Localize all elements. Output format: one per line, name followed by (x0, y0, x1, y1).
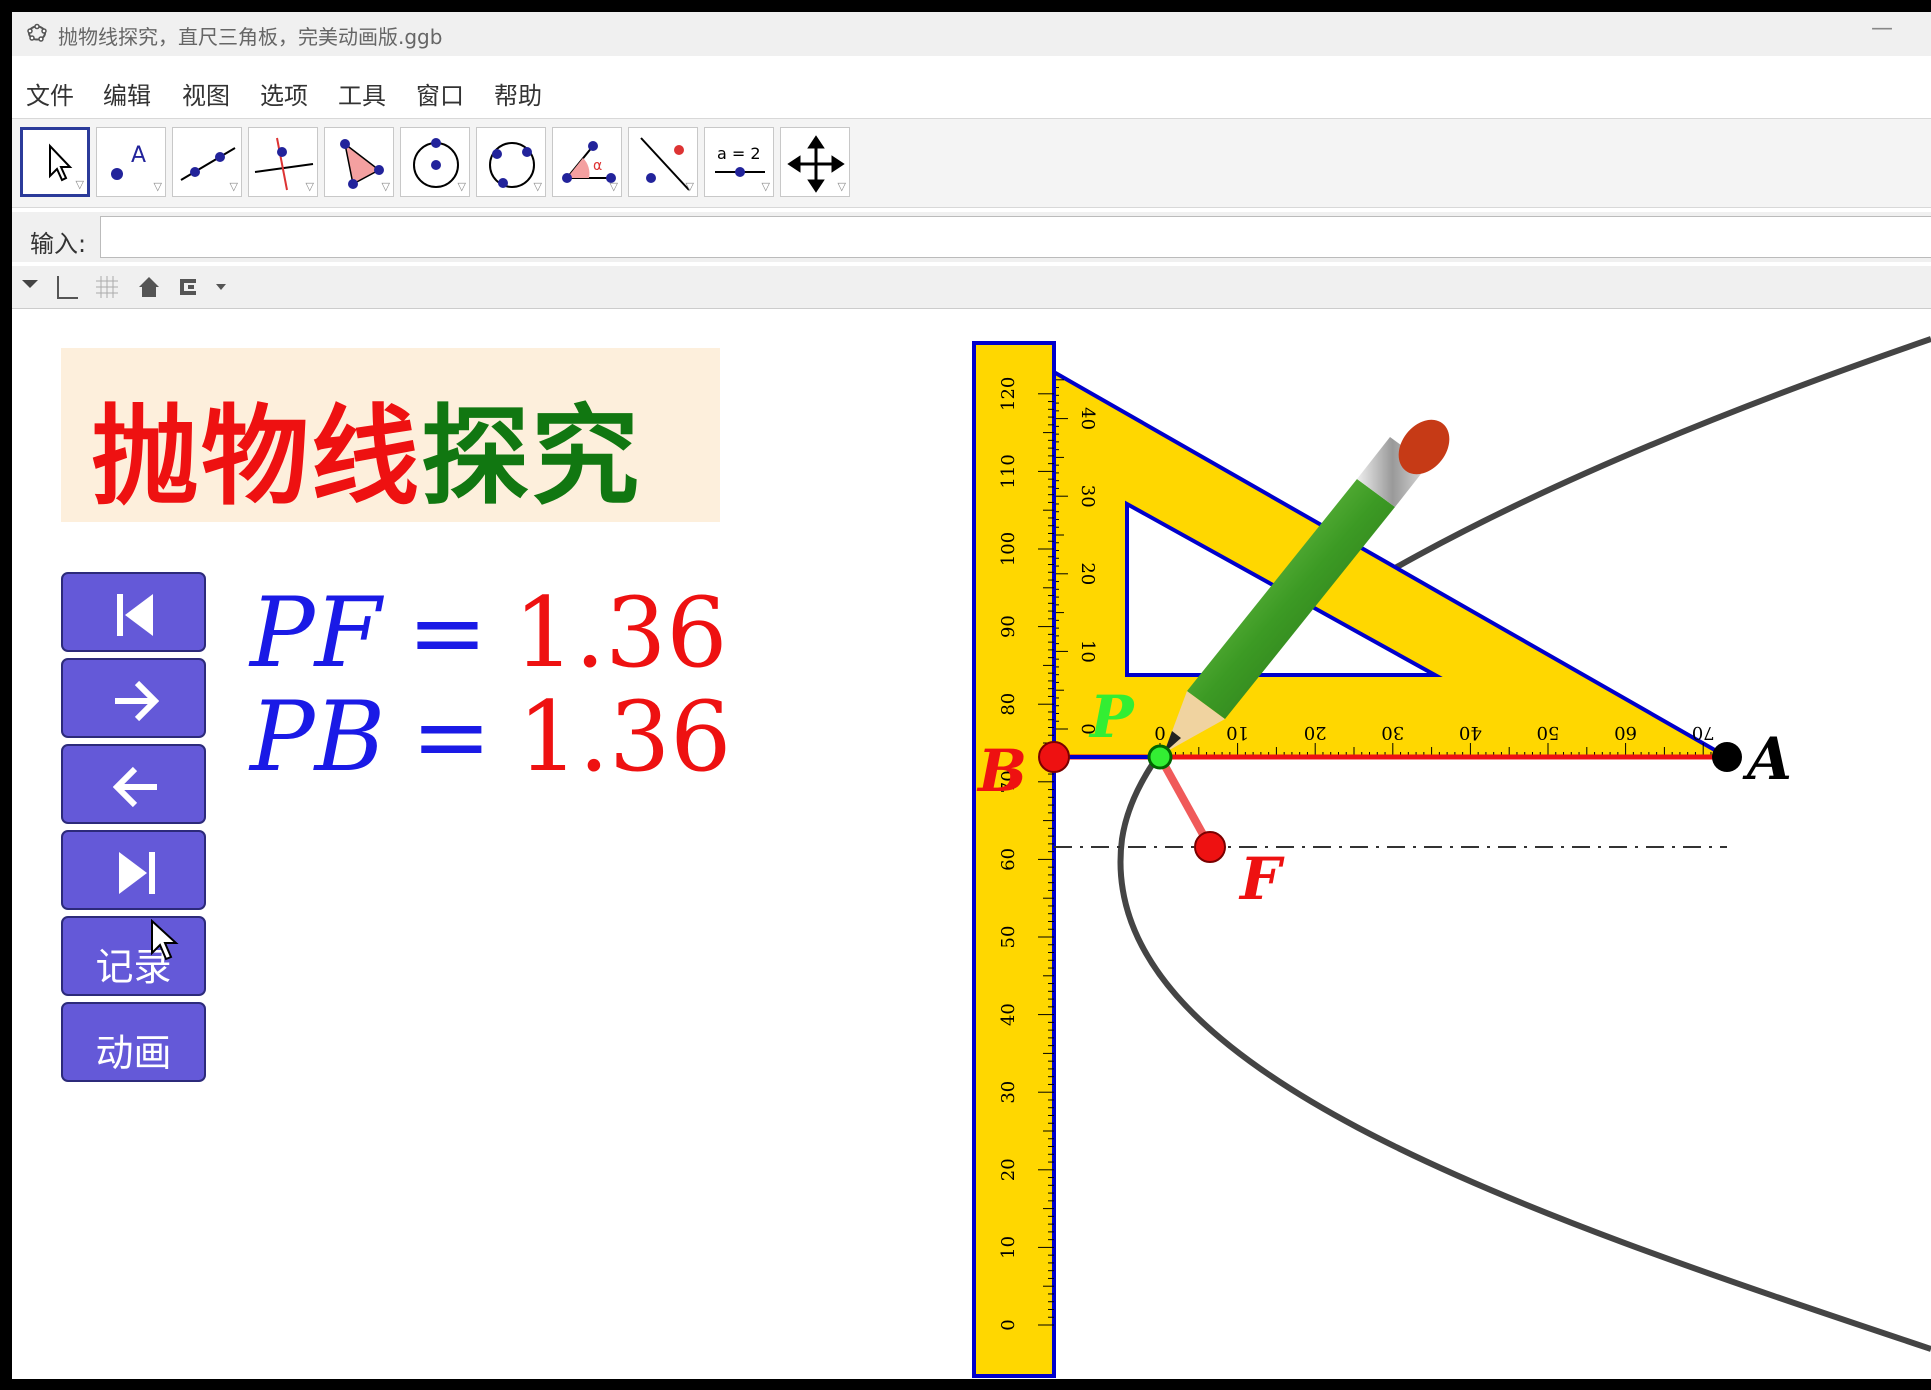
polygon-tool-button[interactable]: ▽ (324, 127, 394, 197)
style-bar (12, 266, 1931, 309)
ruler-tick-label: 0 (998, 1319, 1019, 1330)
dropdown-triangle-icon: ▽ (305, 180, 314, 193)
svg-text:A: A (131, 143, 146, 168)
ruler-tick-label: 100 (998, 532, 1019, 566)
grid-icon[interactable] (94, 274, 120, 300)
set-square-tick-label: 10 (1226, 722, 1249, 743)
geogebra-app-icon (27, 23, 47, 42)
dropdown-triangle-icon: ▽ (609, 180, 618, 193)
angle-tool-button[interactable]: α ▽ (552, 127, 622, 197)
home-icon[interactable] (136, 274, 162, 300)
circle-tool-button[interactable]: ▽ (400, 127, 470, 197)
set-square-tick-label: 40 (1459, 722, 1482, 743)
move-view-tool-button[interactable]: ▽ (780, 127, 850, 197)
menu-edit[interactable]: 编辑 (103, 76, 151, 111)
input-label: 输入: (30, 230, 87, 258)
point-capture-icon[interactable] (174, 274, 234, 300)
dropdown-triangle-icon: ▽ (75, 178, 84, 191)
dropdown-triangle-icon: ▽ (381, 180, 390, 193)
move-tool-button[interactable]: ▽ (20, 127, 90, 197)
menu-help[interactable]: 帮助 (494, 76, 542, 111)
graphics-view[interactable]: 抛物线探究 记录 动画 PF = 1.36 PB = 1.36 0 10 20 … (12, 309, 1931, 1379)
dropdown-triangle-icon: ▽ (229, 180, 238, 193)
set-square-tick-label: 30 (1077, 485, 1098, 508)
reflect-tool-button[interactable]: ▽ (628, 127, 698, 197)
set-square-tick-label: 30 (1381, 722, 1404, 743)
dropdown-triangle-icon: ▽ (533, 180, 542, 193)
minimize-button[interactable]: — (1871, 16, 1893, 41)
point-a[interactable] (1712, 742, 1742, 772)
menu-file[interactable]: 文件 (26, 76, 74, 111)
line-tool-button[interactable]: ▽ (172, 127, 242, 197)
dropdown-triangle-icon: ▽ (457, 180, 466, 193)
set-square-tick-label: 60 (1614, 722, 1637, 743)
ruler-tick-label: 40 (998, 1003, 1019, 1026)
conic-tool-button[interactable]: ▽ (476, 127, 546, 197)
ruler-tick-label: 80 (998, 693, 1019, 716)
perpendicular-tool-button[interactable]: ▽ (248, 127, 318, 197)
dropdown-triangle-icon: ▽ (153, 180, 162, 193)
toggle-stylebar-icon[interactable] (20, 274, 40, 294)
point-f[interactable] (1194, 831, 1226, 863)
window-title: 抛物线探究，直尺三角板，完美动画版.ggb (58, 25, 443, 49)
dropdown-triangle-icon: ▽ (685, 180, 694, 193)
point-p[interactable] (1147, 744, 1173, 770)
set-square-tick-label: 20 (1077, 562, 1098, 585)
menu-bar: 文件 编辑 视图 选项 工具 窗口 帮助 (12, 64, 1931, 110)
slider-tool-button[interactable]: a = 2 ▽ (704, 127, 774, 197)
mouse-pointer-icon (151, 919, 179, 961)
menu-tools[interactable]: 工具 (338, 76, 386, 111)
title-bar: 抛物线探究，直尺三角板，完美动画版.ggb — (12, 12, 1931, 56)
dropdown-triangle-icon: ▽ (761, 180, 770, 193)
set-square-tick-label: 50 (1537, 722, 1560, 743)
set-square-tick-label: 20 (1304, 722, 1327, 743)
app-window: 抛物线探究，直尺三角板，完美动画版.ggb — 文件 编辑 视图 选项 工具 窗… (12, 12, 1931, 1379)
ruler-tick-label: 110 (998, 454, 1019, 488)
label-f: F (1238, 845, 1285, 913)
command-input[interactable] (100, 216, 1931, 258)
ruler-tick-label: 30 (998, 1081, 1019, 1104)
menu-view[interactable]: 视图 (182, 76, 230, 111)
menu-window[interactable]: 窗口 (416, 76, 464, 111)
ruler-tick-label: 60 (998, 848, 1019, 871)
svg-text:α: α (593, 158, 602, 174)
ruler-tick-label: 10 (998, 1236, 1019, 1259)
point-tool-button[interactable]: A ▽ (96, 127, 166, 197)
input-bar: 输入: (12, 212, 1931, 262)
toolbar: ▽ A ▽ ▽ ▽ ▽ ▽ ▽ α ▽ ▽ a = 2 ▽ ▽ (12, 118, 1931, 208)
dropdown-triangle-icon: ▽ (837, 180, 846, 193)
ruler-tick-label: 90 (998, 615, 1019, 638)
set-square-tick-label: 40 (1077, 407, 1098, 430)
ruler-tick-label: 120 (998, 377, 1019, 411)
ruler-tick-label: 20 (998, 1158, 1019, 1181)
ruler-tick-label: 50 (998, 926, 1019, 949)
set-square-tick-label: 70 (1692, 722, 1715, 743)
set-square-tick-label: 10 (1077, 640, 1098, 663)
label-b: B (976, 737, 1027, 805)
axes-icon[interactable] (52, 274, 80, 302)
menu-options[interactable]: 选项 (260, 76, 308, 111)
set-square-tick-label: 0 (1154, 722, 1165, 743)
label-p: P (1088, 683, 1135, 751)
label-a: A (1742, 725, 1792, 793)
geometry-figure: 010203040 0 10 20 30 40 50 60 70 01020304050607… (972, 336, 1931, 1378)
point-b[interactable] (1038, 741, 1070, 773)
